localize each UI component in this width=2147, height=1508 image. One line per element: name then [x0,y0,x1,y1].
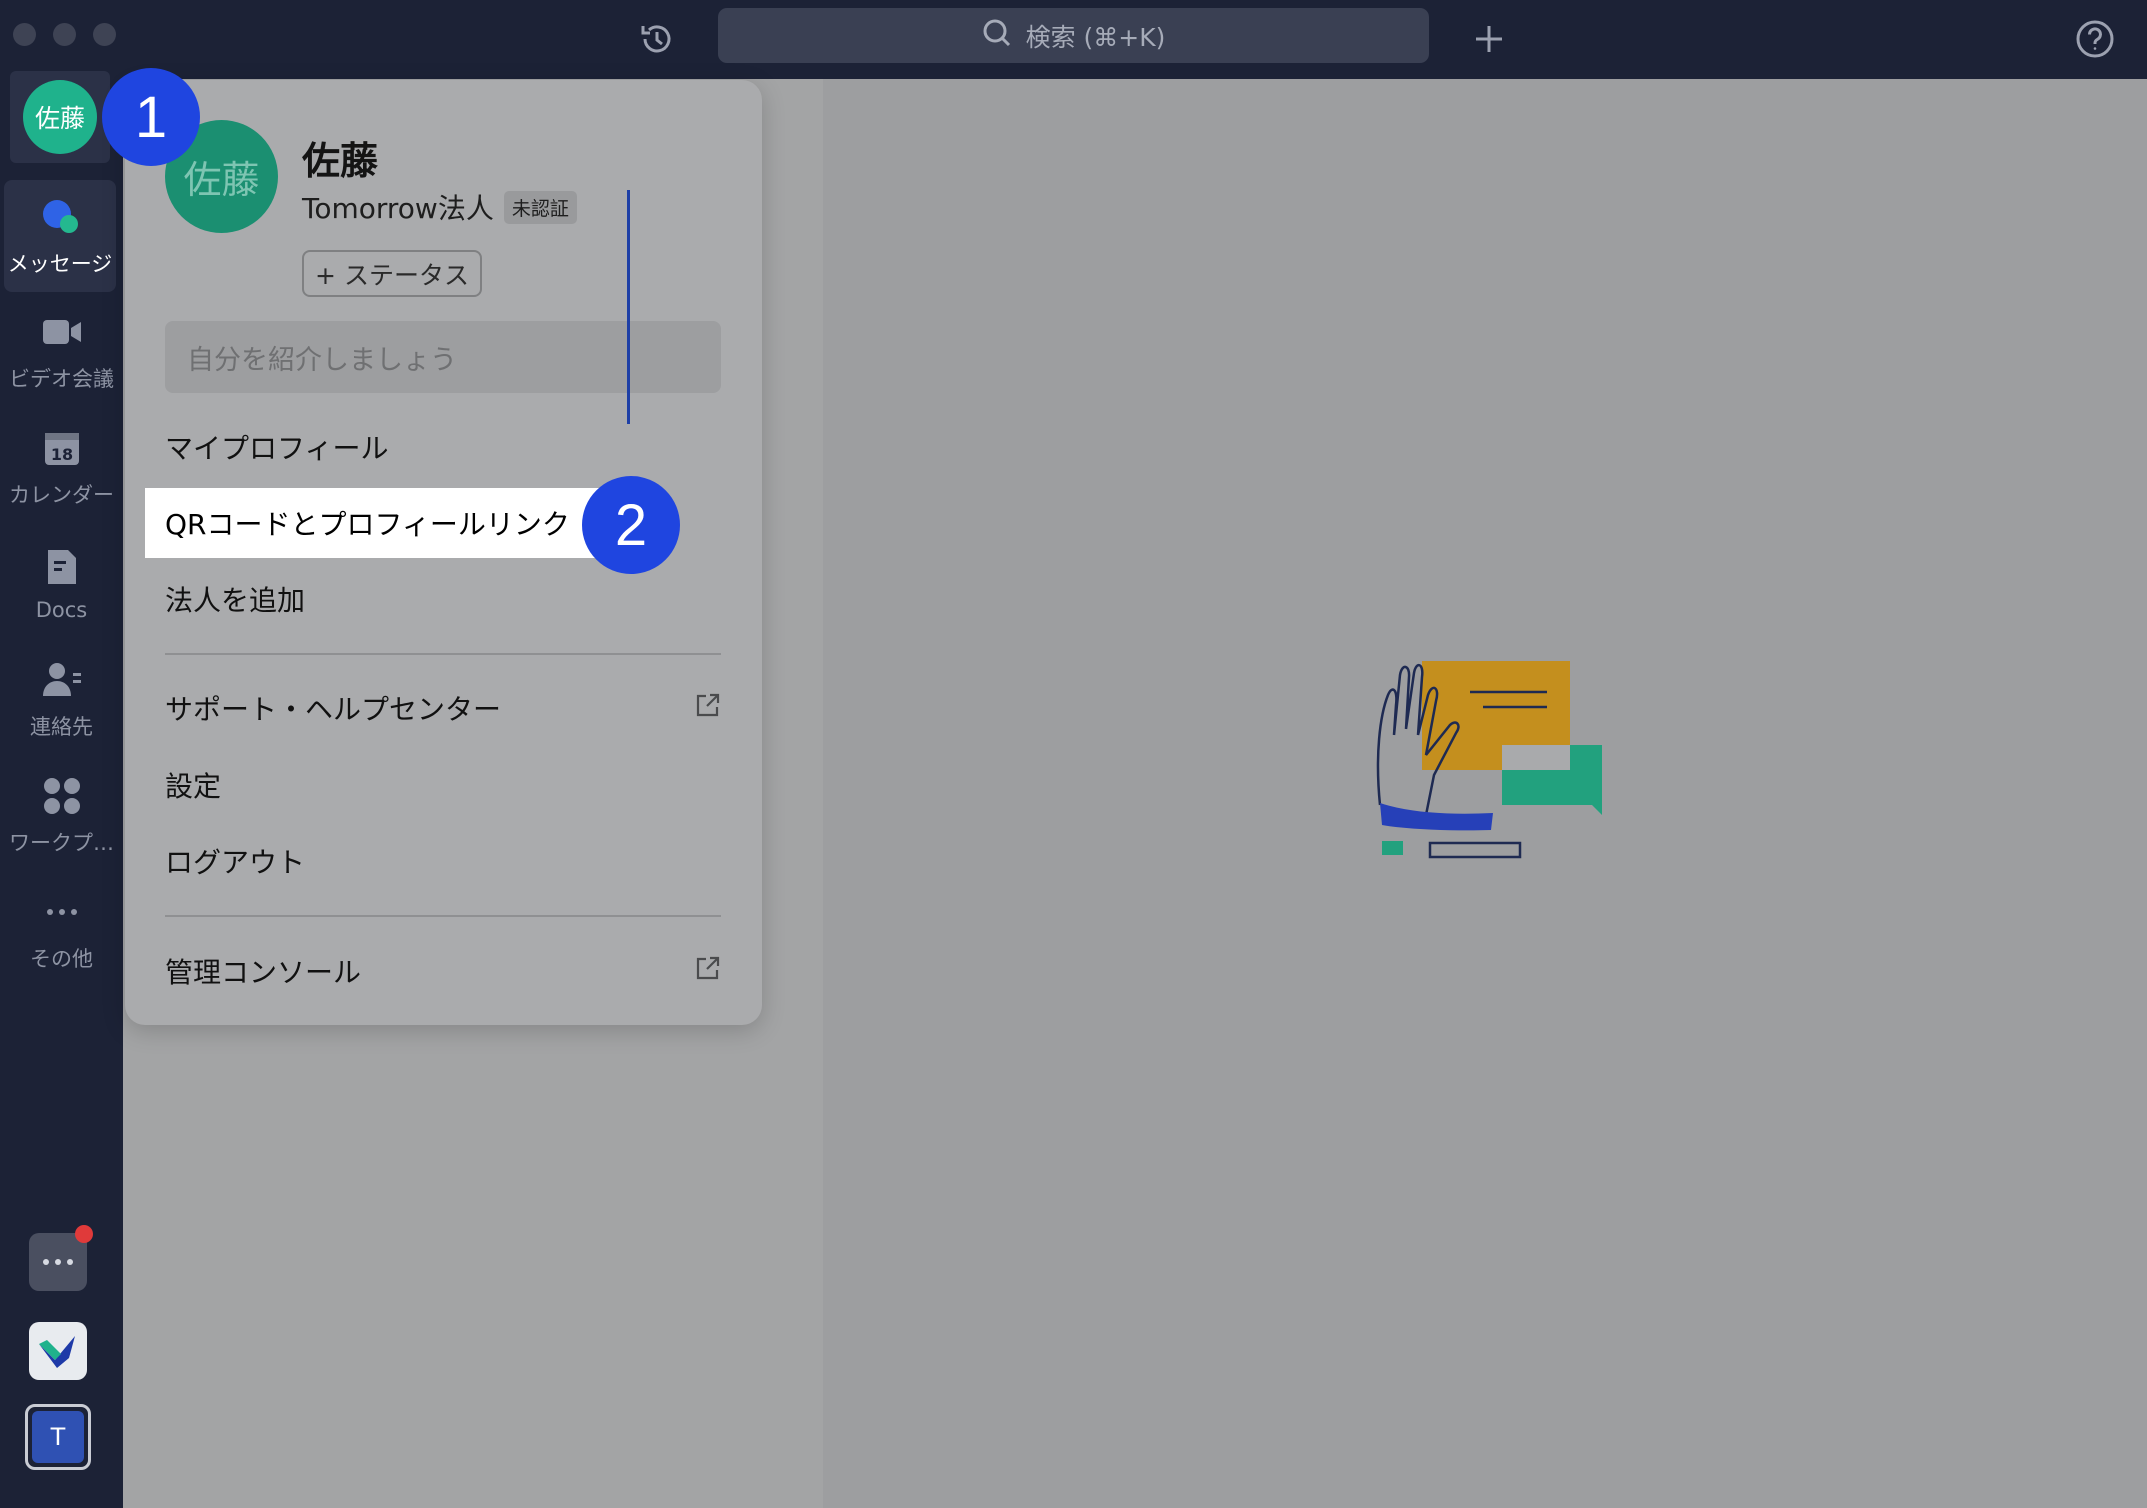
video-camera-icon [39,309,85,355]
nav-calendar[interactable]: 18 カレンダー [0,411,123,523]
window-zoom-button[interactable] [93,23,116,46]
svg-text:18: 18 [50,445,72,464]
nav-label: 連絡先 [30,715,93,739]
search-bar[interactable]: 検索 (⌘+K) [718,8,1429,63]
menu-item-settings[interactable]: 設定 [165,756,721,814]
contacts-icon [39,657,85,703]
app-logo-button[interactable] [29,1322,87,1380]
search-icon [982,18,1012,54]
notification-dot [75,1225,93,1243]
title-bar: 検索 (⌘+K) [0,0,2147,79]
window-close-button[interactable] [13,23,36,46]
more-dots-icon [43,1259,73,1265]
external-link-icon [695,692,721,725]
profile-organization: Tomorrow法人 未認証 [302,187,577,227]
nav-label: ビデオ会議 [9,367,114,391]
nav-label: その他 [30,947,93,971]
menu-item-label: 設定 [165,770,222,803]
nav-workplace[interactable]: ワークプ… [0,759,123,871]
menu-item-logout[interactable]: ログアウト [165,832,721,890]
nav-contacts[interactable]: 連絡先 [0,643,123,755]
plus-icon[interactable] [1466,16,1512,62]
nav-messages[interactable]: メッセージ [4,180,116,292]
nav-more[interactable]: その他 [0,875,123,987]
profile-name: 佐藤 [302,139,379,183]
self-intro-field[interactable]: 自分を紹介しましょう [165,321,721,393]
chat-bubble-icon [37,194,83,240]
history-icon[interactable] [634,16,680,62]
search-placeholder: 検索 (⌘+K) [1025,22,1166,52]
nav-label: Docs [35,598,88,622]
annotation-line [627,190,630,424]
nav-video-meeting[interactable]: ビデオ会議 [0,295,123,407]
profile-avatar-button[interactable]: 佐藤 [10,71,110,163]
step-1-callout: 1 [102,68,200,166]
app-logo-icon [39,1336,75,1368]
menu-item-label: ログアウト [165,846,306,879]
menu-divider [165,653,721,655]
status-button[interactable]: + ステータス [302,250,482,297]
organization-name: Tomorrow法人 [302,192,494,225]
menu-item-my-profile[interactable]: マイプロフィール [165,418,721,476]
menu-item-support[interactable]: サポート・ヘルプセンター [165,679,721,737]
apps-grid-icon [39,773,85,819]
nav-label: メッセージ [7,252,113,276]
menu-divider [165,915,721,917]
org-switch-button[interactable]: T [25,1404,91,1470]
menu-item-label: QRコードとプロフィールリンク [165,508,570,541]
calendar-icon: 18 [39,425,85,471]
avatar: 佐藤 [23,80,97,154]
navigation-rail: 佐藤 メッセージ ビデオ会議 18 カレンダー Docs 連絡先 ワークプ… そ… [0,71,123,1508]
empty-state-illustration [1376,661,1602,859]
verification-badge: 未認証 [503,190,577,224]
help-icon[interactable] [2072,16,2118,62]
nav-docs[interactable]: Docs [0,527,123,639]
menu-item-label: 管理コンソール [165,956,362,989]
menu-item-label: マイプロフィール [165,432,389,465]
docs-icon [39,544,85,590]
menu-item-label: サポート・ヘルプセンター [165,693,502,726]
external-link-icon [695,955,721,988]
more-dots-icon [39,889,85,935]
menu-item-qr-code[interactable]: QRコードとプロフィールリンク [145,488,611,558]
apps-more-button[interactable] [29,1225,93,1291]
menu-item-admin-console[interactable]: 管理コンソール [165,942,721,1000]
nav-label: ワークプ… [9,831,114,855]
menu-item-label: 法人を追加 [165,584,306,617]
window-minimize-button[interactable] [53,23,76,46]
nav-label: カレンダー [9,483,114,507]
org-initial: T [32,1411,84,1463]
step-2-callout: 2 [582,476,680,574]
menu-item-add-org[interactable]: 法人を追加 [165,570,721,628]
